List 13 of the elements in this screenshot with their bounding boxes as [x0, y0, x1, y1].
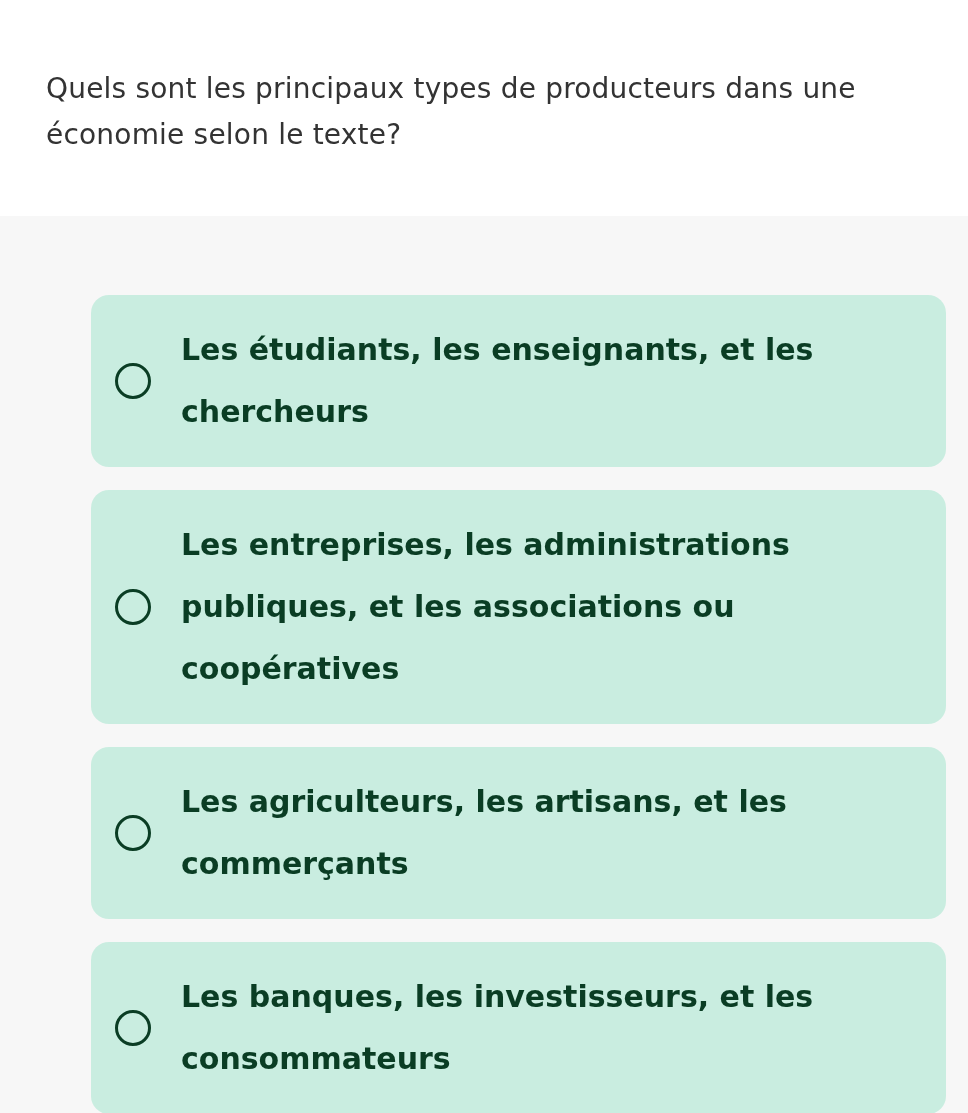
- answer-option[interactable]: Les banques, les investisseurs, et les consommateurs: [91, 942, 946, 1113]
- answer-option[interactable]: Les entreprises, les administrations publiques, et les associations ou coopératives: [91, 490, 946, 724]
- radio-button[interactable]: [115, 589, 151, 625]
- option-label: Les entreprises, les administrations publiques, et les associations ou coopératives: [181, 526, 791, 688]
- radio-button[interactable]: [115, 363, 151, 399]
- answer-option[interactable]: Les étudiants, les enseignants, et les chercheurs: [91, 295, 946, 467]
- option-label: Les agriculteurs, les artisans, et les commerçants: [181, 783, 788, 883]
- radio-button[interactable]: [115, 1010, 151, 1046]
- option-label: Les étudiants, les enseignants, et les chercheurs: [181, 331, 815, 431]
- option-label: Les banques, les investisseurs, et les consommateurs: [181, 978, 815, 1078]
- answer-option[interactable]: Les agriculteurs, les artisans, et les commerçants: [91, 747, 946, 919]
- radio-button[interactable]: [115, 815, 151, 851]
- question-text: Quels sont les principaux types de producteurs dans une économie selon le texte?: [46, 71, 857, 153]
